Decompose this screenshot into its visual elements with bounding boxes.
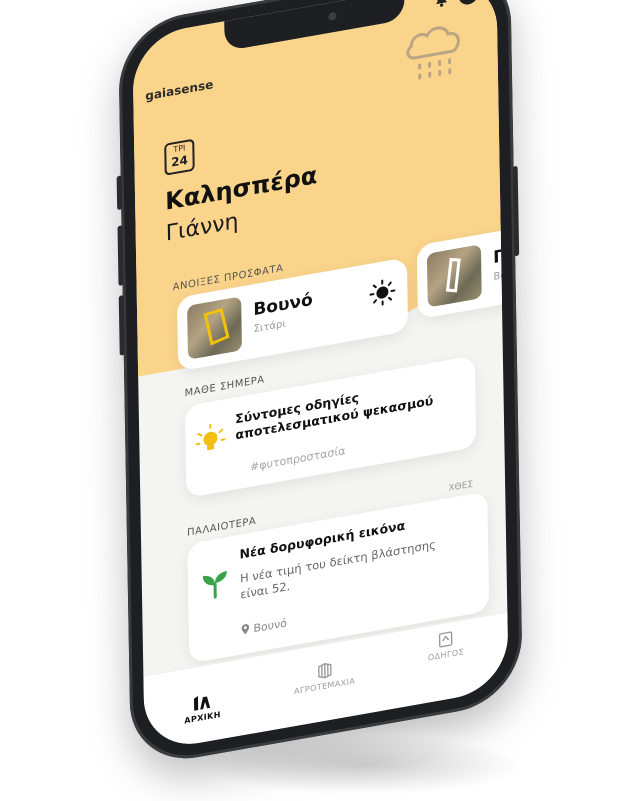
field-outline-icon (203, 308, 230, 346)
nav-home[interactable]: ΑΡΧΙΚΗ (184, 691, 221, 725)
location-pin-icon (241, 624, 250, 635)
field-outline-icon (445, 257, 461, 293)
news-location-text: Βουνό (253, 616, 288, 636)
field-crop: Βο (493, 269, 507, 284)
phone-power-button (512, 165, 520, 257)
fields-icon (317, 663, 332, 679)
learn-tag[interactable]: #φυτοπροστασία (250, 444, 346, 474)
rain-cloud-icon (406, 26, 460, 80)
sun-icon (369, 279, 396, 306)
home-logo-icon (194, 696, 211, 711)
nav-home-label: ΑΡΧΙΚΗ (184, 710, 221, 726)
guide-book-icon (438, 631, 453, 648)
field-name: Βουνό (253, 289, 313, 321)
date-number: 24 (171, 152, 189, 170)
nav-guide-label: ΟΔΗΓΟΣ (427, 647, 465, 663)
phone-side-button (118, 295, 125, 356)
phone-screen: ΓΓ gaiasense ΤΡΙ 24 Καλησπέρα Γιάννη ΑΝΟ… (132, 0, 509, 753)
learn-title: Σύντομες οδηγίες αποτελεσματικού ψεκασμο… (235, 389, 434, 443)
field-thumbnail (187, 296, 243, 360)
phone-mockup: ΓΓ gaiasense ΤΡΙ 24 Καλησπέρα Γιάννη ΑΝΟ… (116, 0, 523, 769)
field-name: Π (492, 245, 508, 269)
learn-card[interactable]: Σύντομες οδηγίες αποτελεσματικού ψεκασμο… (184, 355, 477, 499)
news-location: Βουνό (241, 616, 287, 637)
field-thumbnail (426, 244, 482, 308)
camera (328, 11, 337, 21)
nav-guide[interactable]: ΟΔΗΓΟΣ (427, 628, 465, 663)
phone-side-button (117, 225, 124, 286)
phone-side-button (116, 175, 123, 211)
sprout-icon (202, 570, 227, 599)
stage: ΓΓ gaiasense ΤΡΙ 24 Καλησπέρα Γιάννη ΑΝΟ… (0, 0, 634, 801)
date-badge: ΤΡΙ 24 (164, 138, 195, 176)
nav-fields[interactable]: ΑΓΡΟΤΕΜΑΧΙΑ (294, 657, 356, 697)
news-time: ΧΘΕΣ (448, 479, 474, 494)
nav-fields-label: ΑΓΡΟΤΕΜΑΧΙΑ (294, 676, 356, 697)
bell-icon[interactable] (434, 0, 448, 8)
lightbulb-icon (195, 423, 226, 451)
field-crop: Σιτάρι (253, 318, 286, 336)
